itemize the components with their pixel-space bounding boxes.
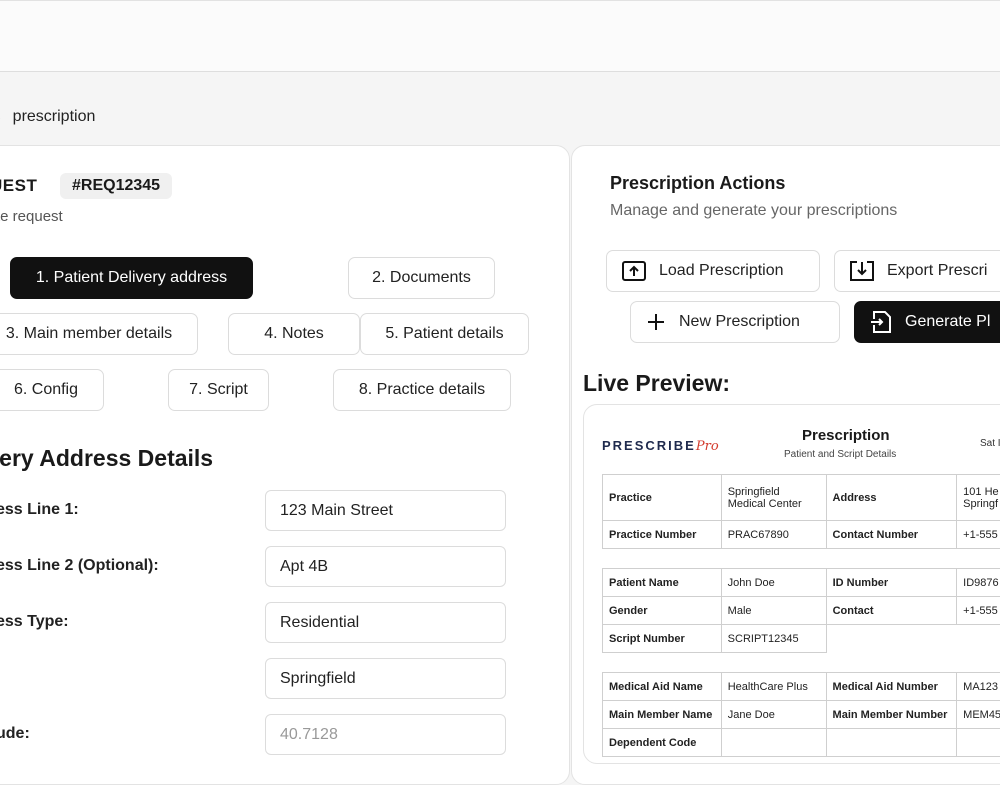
document-date: Sat I <box>980 438 1000 449</box>
step-main-member-details[interactable]: 3. Main member details <box>0 313 198 355</box>
address-line-1-input[interactable]: 123 Main Street <box>265 490 506 531</box>
new-prescription-label: New Prescription <box>679 313 800 331</box>
medical-aid-number-value: MA123 <box>957 673 1000 701</box>
address-line-2-label: ess Line 2 (Optional): <box>0 557 159 575</box>
top-header <box>0 0 1000 72</box>
practice-value: SpringfieldMedical Center <box>721 475 826 521</box>
breadcrumb: › prescription <box>0 108 95 126</box>
practice-table: Practice SpringfieldMedical Center Addre… <box>602 474 1000 549</box>
load-prescription-label: Load Prescription <box>659 262 784 280</box>
address-type-label: ess Type: <box>0 613 69 631</box>
patient-name-label: Patient Name <box>603 569 722 597</box>
file-export-icon <box>869 310 893 334</box>
step-notes[interactable]: 4. Notes <box>228 313 360 355</box>
load-prescription-button[interactable]: Load Prescription <box>606 250 820 292</box>
contact-number-value: +1-555 <box>957 521 1000 549</box>
request-subtitle: te request <box>0 208 63 225</box>
city-input[interactable]: Springfield <box>265 658 506 699</box>
generate-pdf-label: Generate Pl <box>905 313 990 331</box>
dependent-code-value <box>721 729 826 757</box>
address-label: Address <box>826 475 957 521</box>
main-member-number-value: MEM45 <box>957 701 1000 729</box>
practice-label: Practice <box>603 475 722 521</box>
patient-table: Patient Name John Doe ID Number ID9876 G… <box>602 568 1000 653</box>
step-patient-details[interactable]: 5. Patient details <box>360 313 529 355</box>
id-number-value: ID9876 <box>957 569 1000 597</box>
medical-aid-name-label: Medical Aid Name <box>603 673 722 701</box>
table-row: Practice Number PRAC67890 Contact Number… <box>603 521 1000 549</box>
practice-number-value: PRAC67890 <box>721 521 826 549</box>
medical-aid-name-value: HealthCare Plus <box>721 673 826 701</box>
request-title: UEST <box>0 176 37 196</box>
breadcrumb-separator-icon: › <box>0 109 1 125</box>
step-patient-delivery-address[interactable]: 1. Patient Delivery address <box>10 257 253 299</box>
export-prescription-button[interactable]: Export Prescri <box>834 250 1000 292</box>
step-config[interactable]: 6. Config <box>0 369 104 411</box>
address-line-1-label: ess Line 1: <box>0 501 79 519</box>
prescription-actions-subtitle: Manage and generate your prescriptions <box>610 202 897 220</box>
step-practice-details[interactable]: 8. Practice details <box>333 369 511 411</box>
table-row: Gender Male Contact +1-555 <box>603 597 1000 625</box>
latitude-label: ude: <box>0 725 30 743</box>
delivery-address-heading: ivery Address Details <box>0 445 213 472</box>
address-value: 101 HeSpringf <box>957 475 1000 521</box>
generate-pdf-button[interactable]: Generate Pl <box>854 301 1000 343</box>
address-type-input[interactable]: Residential <box>265 602 506 643</box>
practice-number-label: Practice Number <box>603 521 722 549</box>
prescription-actions-title: Prescription Actions <box>610 173 785 194</box>
step-documents[interactable]: 2. Documents <box>348 257 495 299</box>
medical-aid-table: Medical Aid Name HealthCare Plus Medical… <box>602 672 1000 757</box>
step-script[interactable]: 7. Script <box>168 369 269 411</box>
medical-aid-number-label: Medical Aid Number <box>826 673 957 701</box>
latitude-input[interactable]: 40.7128 <box>265 714 506 755</box>
table-row: Script Number SCRIPT12345 <box>603 625 1000 653</box>
main-member-name-value: Jane Doe <box>721 701 826 729</box>
contact-label: Contact <box>826 597 957 625</box>
breadcrumb-current[interactable]: prescription <box>13 108 96 126</box>
script-number-label: Script Number <box>603 625 722 653</box>
table-row: Patient Name John Doe ID Number ID9876 <box>603 569 1000 597</box>
plus-icon <box>645 311 667 333</box>
gender-value: Male <box>721 597 826 625</box>
gender-label: Gender <box>603 597 722 625</box>
prescription-document-preview: PRESCRIBEPro Prescription Patient and Sc… <box>583 404 1000 764</box>
request-id-badge: #REQ12345 <box>60 173 172 199</box>
new-prescription-button[interactable]: New Prescription <box>630 301 840 343</box>
main-member-name-label: Main Member Name <box>603 701 722 729</box>
id-number-label: ID Number <box>826 569 957 597</box>
address-line-2-input[interactable]: Apt 4B <box>265 546 506 587</box>
table-row: Practice SpringfieldMedical Center Addre… <box>603 475 1000 521</box>
document-title: Prescription <box>802 427 890 444</box>
upload-icon <box>621 260 647 282</box>
main-member-number-label: Main Member Number <box>826 701 957 729</box>
document-subtitle: Patient and Script Details <box>784 449 896 460</box>
table-row: Main Member Name Jane Doe Main Member Nu… <box>603 701 1000 729</box>
dependent-code-label: Dependent Code <box>603 729 722 757</box>
export-prescription-label: Export Prescri <box>887 262 987 280</box>
table-row: Medical Aid Name HealthCare Plus Medical… <box>603 673 1000 701</box>
table-row: Dependent Code <box>603 729 1000 757</box>
live-preview-title: Live Preview: <box>583 370 730 397</box>
download-icon <box>849 260 875 282</box>
contact-value: +1-555 <box>957 597 1000 625</box>
script-number-value: SCRIPT12345 <box>721 625 826 653</box>
patient-name-value: John Doe <box>721 569 826 597</box>
prescribe-pro-logo: PRESCRIBEPro <box>602 438 719 454</box>
contact-number-label: Contact Number <box>826 521 957 549</box>
